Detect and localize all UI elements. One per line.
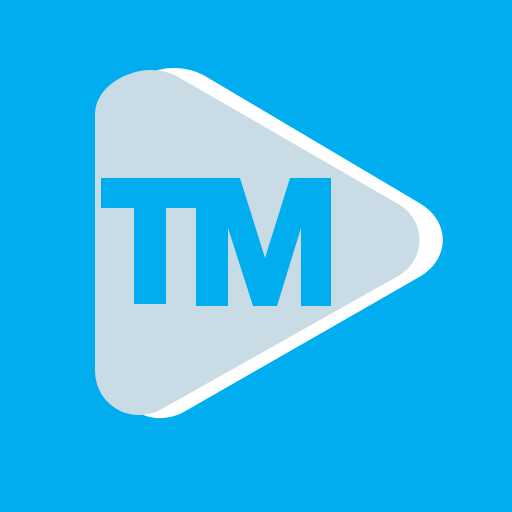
play-logo-graphic xyxy=(0,0,512,512)
app-icon xyxy=(0,0,512,512)
